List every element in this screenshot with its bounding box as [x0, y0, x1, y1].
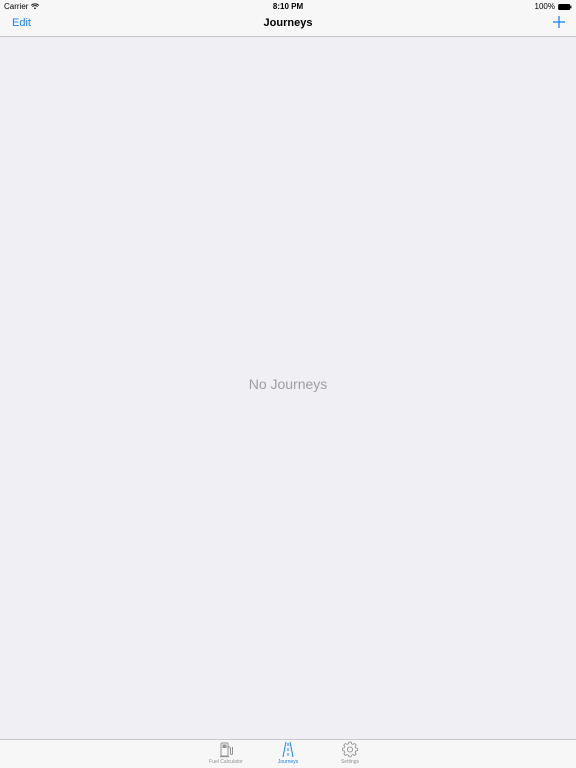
battery-percent: 100% — [534, 2, 555, 11]
plus-icon[interactable] — [552, 15, 566, 29]
tab-label: Fuel Calculator — [209, 759, 243, 765]
road-icon — [282, 741, 294, 758]
navigation-bar: Edit Journeys — [0, 12, 576, 37]
status-bar: Carrier 8:10 PM 100% — [0, 0, 576, 12]
tab-label: Journeys — [277, 759, 299, 765]
tab-journeys[interactable]: Journeys — [258, 741, 318, 768]
battery-icon — [558, 3, 572, 10]
gear-icon — [342, 741, 358, 758]
tab-bar: Fuel Calculator Journeys Settings — [0, 739, 576, 768]
tab-settings[interactable]: Settings — [320, 741, 380, 768]
fuel-pump-icon — [220, 742, 233, 758]
status-right: 100% — [535, 2, 572, 11]
tab-label: Settings — [340, 759, 360, 765]
empty-state-label: No Journeys — [248, 376, 328, 392]
tab-fuel-calculator[interactable]: Fuel Calculator — [196, 741, 256, 768]
status-time: 8:10 PM — [272, 2, 304, 11]
page-title: Journeys — [263, 17, 313, 29]
journeys-screen: Carrier 8:10 PM 100% Edit Journeys No Jo… — [0, 0, 576, 768]
